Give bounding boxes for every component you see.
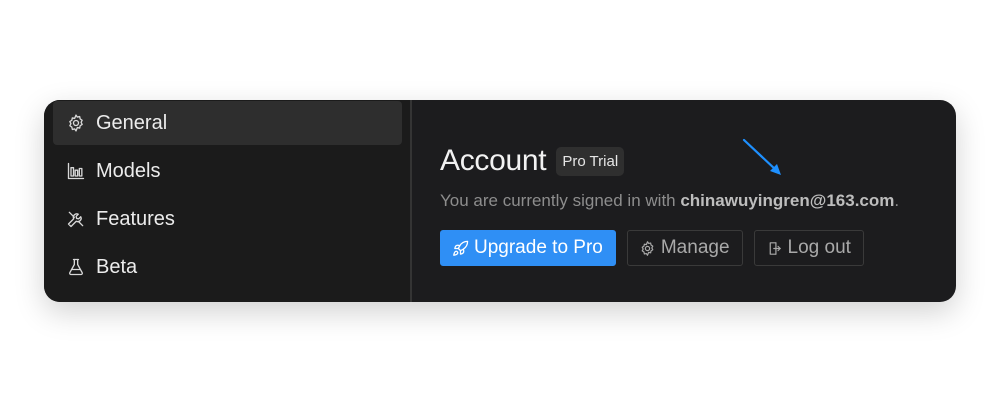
signed-in-suffix: . xyxy=(894,191,900,210)
logout-button[interactable]: Log out xyxy=(753,230,864,266)
gear-icon xyxy=(641,240,654,256)
sidebar-item-label: Features xyxy=(96,207,175,230)
sidebar-item-features[interactable]: Features xyxy=(53,197,402,241)
upgrade-button[interactable]: Upgrade to Pro xyxy=(440,230,616,266)
manage-button[interactable]: Manage xyxy=(626,230,743,266)
bar-chart-icon xyxy=(66,161,86,181)
account-email: chinawuyingren@163.com xyxy=(680,191,895,210)
upgrade-button-label: Upgrade to Pro xyxy=(474,237,603,258)
sidebar-item-label: Beta xyxy=(96,255,138,278)
account-actions: Upgrade to Pro Manage Log out xyxy=(440,230,864,266)
manage-button-label: Manage xyxy=(660,237,730,258)
plan-badge: Pro Trial xyxy=(556,146,625,176)
sidebar: General Models Features Beta xyxy=(44,100,412,302)
account-panel: Account Pro Trial You are currently sign… xyxy=(412,100,956,302)
sidebar-item-beta[interactable]: Beta xyxy=(53,245,402,289)
gear-icon xyxy=(66,113,86,133)
sidebar-item-label: General xyxy=(96,111,168,134)
logout-button-label: Log out xyxy=(787,237,851,258)
account-header: Account Pro Trial xyxy=(440,144,625,178)
flask-icon xyxy=(66,257,86,277)
signed-in-prefix: You are currently signed in with xyxy=(440,191,681,210)
sidebar-item-models[interactable]: Models xyxy=(53,149,402,193)
sidebar-item-general[interactable]: General xyxy=(53,101,402,145)
settings-window: General Models Features Beta Account Pro… xyxy=(44,100,956,302)
logout-icon xyxy=(769,241,781,255)
tools-icon xyxy=(66,209,86,229)
page-title: Account xyxy=(440,144,547,177)
signed-in-text: You are currently signed in with chinawu… xyxy=(440,191,899,211)
rocket-icon xyxy=(453,240,469,256)
annotation-arrow-icon xyxy=(742,138,781,175)
sidebar-item-label: Models xyxy=(96,159,161,182)
